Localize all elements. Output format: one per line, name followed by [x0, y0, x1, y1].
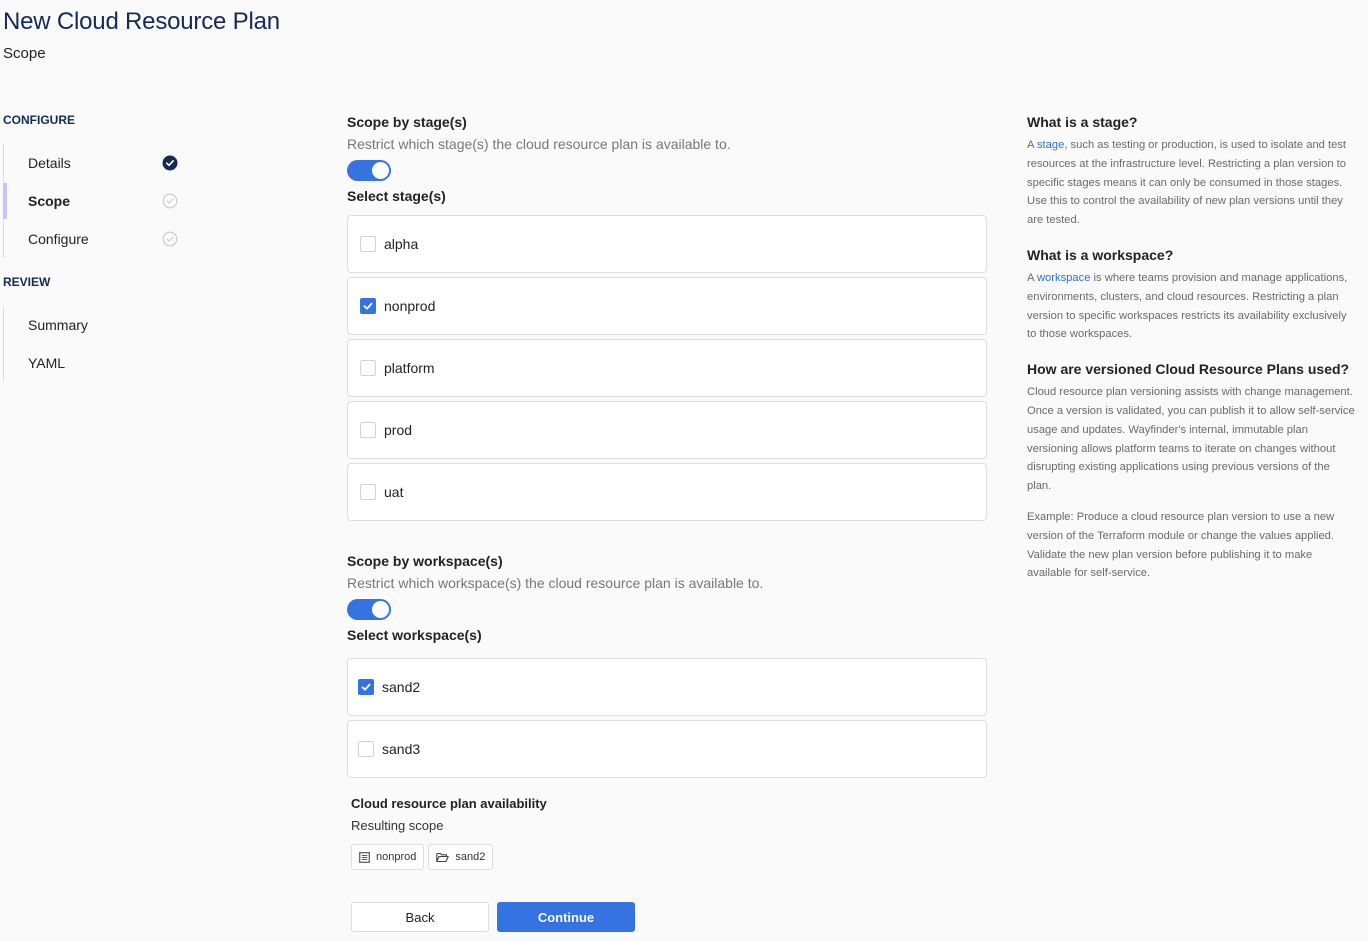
- chip-label: nonprod: [376, 851, 417, 863]
- help-versioning: How are versioned Cloud Resource Plans u…: [1027, 359, 1357, 583]
- sidebar-item-details[interactable]: Details: [4, 144, 200, 182]
- help-versioning-title: How are versioned Cloud Resource Plans u…: [1027, 361, 1350, 378]
- workspace-link[interactable]: workspace: [1037, 272, 1090, 284]
- checkbox[interactable]: [358, 679, 374, 695]
- sidebar-section-configure: CONFIGURE: [3, 113, 75, 127]
- stage-option-nonprod[interactable]: nonprod: [347, 277, 987, 335]
- option-label: sand3: [382, 741, 421, 757]
- back-button[interactable]: Back: [351, 902, 489, 932]
- check-circle-filled-icon: [162, 155, 178, 171]
- help-text-body: , such as testing or production, is used…: [1027, 139, 1347, 227]
- workspace-scope-title: Scope by workspace(s): [347, 553, 503, 569]
- sidebar-section-review: REVIEW: [3, 275, 51, 289]
- select-workspaces-label: Select workspace(s): [347, 627, 482, 643]
- stage-options-list: alpha nonprod platform prod uat: [347, 215, 987, 521]
- stage-scope-description: Restrict which stage(s) the cloud resour…: [347, 136, 731, 152]
- chip-label: sand2: [455, 851, 486, 863]
- sidebar-item-summary[interactable]: Summary: [4, 306, 200, 344]
- option-label: prod: [384, 422, 413, 438]
- stage-option-platform[interactable]: platform: [347, 339, 987, 397]
- help-panel: What is a stage? A stage, such as testin…: [1027, 112, 1357, 598]
- workspace-option-sand2[interactable]: sand2: [347, 658, 987, 716]
- checkbox[interactable]: [360, 298, 376, 314]
- checkmark-icon: [363, 302, 373, 310]
- continue-button[interactable]: Continue: [497, 902, 635, 932]
- help-text-prefix: A: [1027, 271, 1037, 284]
- page-subtitle: Scope: [3, 45, 46, 62]
- help-versioning-text: Cloud resource plan versioning assists w…: [1027, 386, 1355, 493]
- check-circle-outline-icon: [162, 193, 178, 209]
- sidebar-nav: CONFIGURE Details Scope Configure REVIEW: [0, 112, 200, 398]
- help-stage-title: What is a stage?: [1027, 114, 1138, 130]
- select-stages-label: Select stage(s): [347, 188, 446, 204]
- workspace-options-list: sand2 sand3: [347, 658, 987, 778]
- availability-subtitle: Resulting scope: [351, 818, 444, 833]
- help-workspace: What is a workspace? A workspace is wher…: [1027, 245, 1357, 344]
- toggle-knob: [372, 162, 389, 179]
- checkbox[interactable]: [360, 484, 376, 500]
- option-label: uat: [384, 484, 404, 500]
- stage-option-uat[interactable]: uat: [347, 463, 987, 521]
- scope-form: Scope by stage(s) Restrict which stage(s…: [347, 112, 987, 932]
- sidebar-item-yaml[interactable]: YAML: [4, 344, 200, 382]
- checkbox[interactable]: [360, 422, 376, 438]
- scope-chip-stage: nonprod: [351, 844, 425, 870]
- availability-title: Cloud resource plan availability: [351, 796, 547, 811]
- checkbox[interactable]: [360, 360, 376, 376]
- folder-icon: [436, 852, 450, 862]
- help-workspace-title: What is a workspace?: [1027, 246, 1174, 263]
- workspace-scope-description: Restrict which workspace(s) the cloud re…: [347, 575, 764, 591]
- scope-chip-workspace: sand2: [428, 844, 494, 870]
- form-actions: Back Continue: [347, 902, 987, 932]
- help-stage-text: A stage, such as testing or production, …: [1027, 136, 1357, 230]
- option-label: nonprod: [384, 298, 436, 314]
- option-label: alpha: [384, 236, 419, 252]
- workspace-scope-section: Scope by workspace(s) Restrict which wor…: [347, 551, 987, 778]
- page-title: New Cloud Resource Plan: [3, 8, 280, 35]
- sidebar-item-label: Details: [28, 155, 71, 171]
- sidebar-item-scope[interactable]: Scope: [3, 182, 200, 220]
- sidebar-item-label: YAML: [28, 355, 66, 371]
- stage-scope-title: Scope by stage(s): [347, 114, 467, 130]
- workspace-option-sand3[interactable]: sand3: [347, 720, 987, 778]
- nav-group-review: Summary YAML: [3, 306, 200, 382]
- nav-group-configure: Details Scope Configure: [3, 144, 200, 258]
- checkbox[interactable]: [360, 236, 376, 252]
- stage-option-alpha[interactable]: alpha: [347, 215, 987, 273]
- check-circle-outline-icon: [162, 231, 178, 247]
- stage-option-prod[interactable]: prod: [347, 401, 987, 459]
- stage-scope-toggle[interactable]: [347, 160, 391, 181]
- sidebar-item-configure[interactable]: Configure: [4, 220, 200, 258]
- sidebar-item-label: Scope: [28, 193, 71, 209]
- checkmark-icon: [361, 683, 371, 691]
- help-versioning-example: Example: Produce a cloud resource plan v…: [1027, 510, 1335, 580]
- sidebar-item-label: Configure: [28, 231, 89, 247]
- option-label: sand2: [382, 679, 421, 695]
- help-workspace-text: A workspace is where teams provision and…: [1027, 269, 1357, 344]
- stage-scope-section: Scope by stage(s) Restrict which stage(s…: [347, 112, 987, 521]
- resulting-scope-chips: nonprod sand2: [351, 844, 987, 870]
- stage-link[interactable]: stage: [1037, 139, 1064, 151]
- option-label: platform: [384, 360, 435, 376]
- sidebar-item-label: Summary: [28, 317, 88, 333]
- help-stage: What is a stage? A stage, such as testin…: [1027, 112, 1357, 230]
- help-text-prefix: A: [1027, 139, 1037, 151]
- toggle-knob: [372, 601, 389, 618]
- availability-section: Cloud resource plan availability Resulti…: [347, 794, 987, 870]
- checkbox[interactable]: [358, 741, 374, 757]
- workspace-scope-toggle[interactable]: [347, 599, 391, 620]
- stage-icon: [359, 851, 370, 863]
